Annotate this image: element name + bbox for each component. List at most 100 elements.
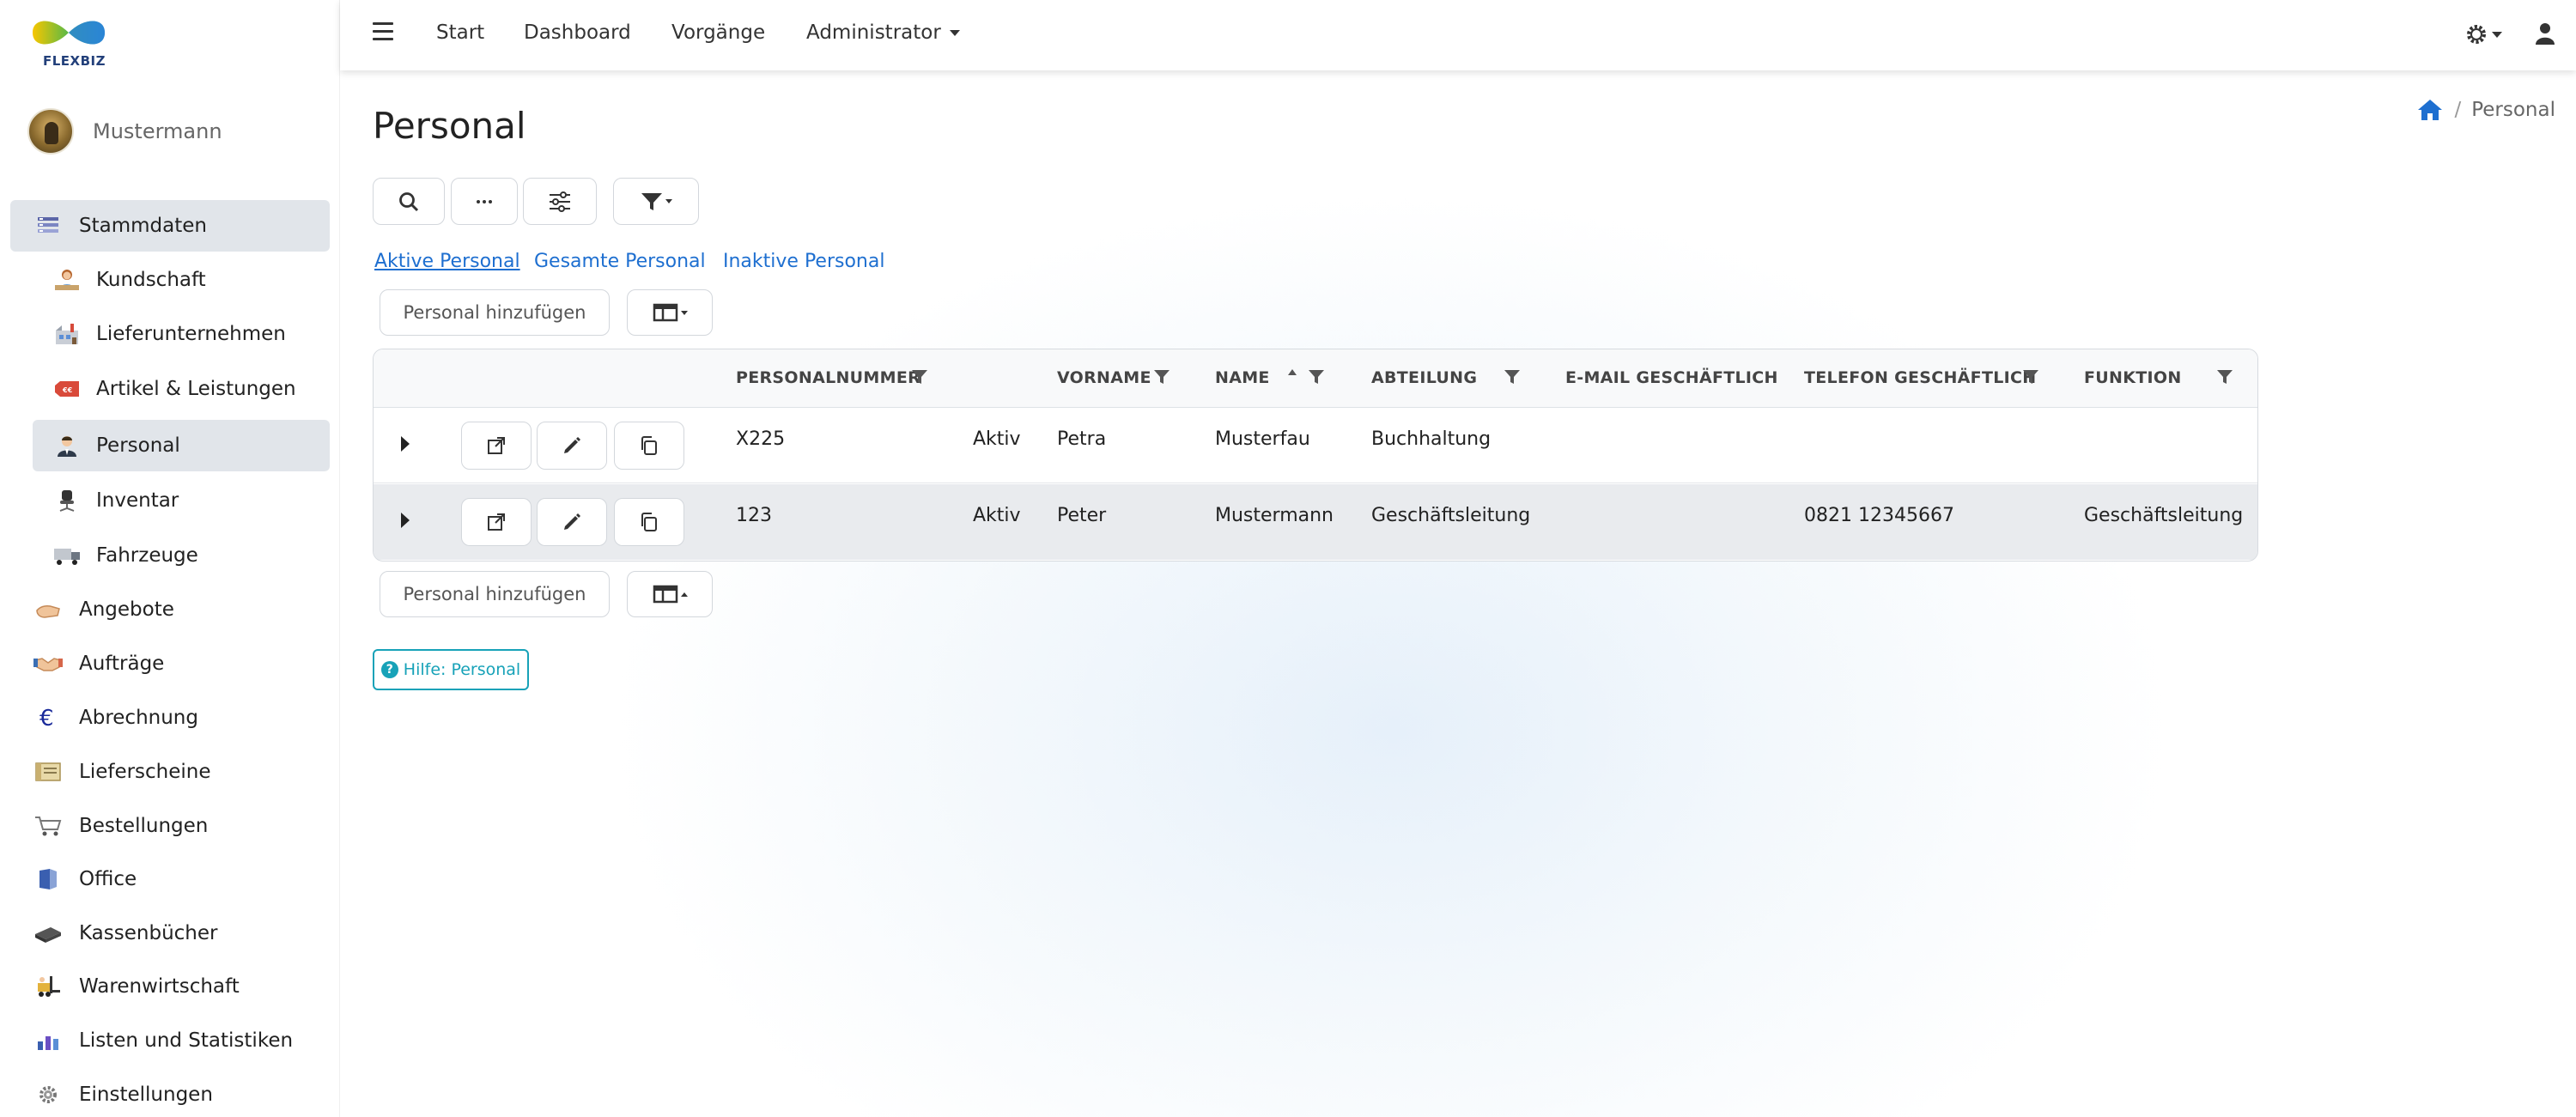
edit-button[interactable] — [537, 498, 607, 546]
cell-telefon: 0821 12345667 — [1804, 505, 1954, 526]
sidebar-item-abrechnung[interactable]: € Abrechnung — [10, 692, 330, 744]
user-name[interactable]: Mustermann — [93, 119, 222, 143]
page-title: Personal — [373, 105, 526, 147]
expand-row-icon[interactable] — [401, 436, 410, 452]
search-icon — [399, 191, 419, 211]
theme-settings-dropdown[interactable] — [2464, 22, 2502, 46]
cell-vorname: Petra — [1057, 428, 1107, 450]
sidebar-item-label: Lieferunternehmen — [96, 323, 286, 345]
column-header-vorname[interactable]: VORNAME — [1057, 368, 1151, 387]
logo-text: FLEXBIZ — [43, 53, 106, 69]
sidebar-item-label: Inventar — [96, 489, 179, 512]
sort-ascending-icon[interactable] — [1287, 368, 1297, 377]
expand-row-icon[interactable] — [401, 513, 410, 528]
sidebar-item-bestellungen[interactable]: Bestellungen — [10, 800, 330, 852]
personal-table: PERSONALNUMMER VORNAME NAME ABTEILUNG E-… — [373, 349, 2258, 562]
sidebar-item-label: Aufträge — [79, 653, 165, 675]
filter-link-aktive[interactable]: Aktive Personal — [374, 251, 520, 272]
sidebar-item-kassenbuecher[interactable]: Kassenbücher — [10, 908, 330, 959]
question-circle-icon: ? — [380, 661, 398, 678]
svg-text:€: € — [39, 706, 54, 730]
sidebar-item-stammdaten[interactable]: Stammdaten — [10, 200, 330, 252]
customer-icon — [52, 267, 82, 293]
column-header-telefon[interactable]: TELEFON GESCHÄFTLICH — [1804, 368, 2036, 387]
cell-abteilung: Geschäftsleitung — [1371, 505, 1531, 526]
hamburger-menu-icon[interactable] — [373, 22, 393, 40]
ellipsis-icon — [477, 199, 492, 203]
settings-sliders-button[interactable] — [523, 178, 597, 225]
column-toggle-button-top[interactable] — [627, 289, 713, 336]
external-link-icon — [488, 437, 505, 454]
sidebar-item-label: Lieferscheine — [79, 761, 211, 783]
sidebar-item-lieferunternehmen[interactable]: Lieferunternehmen — [33, 308, 330, 360]
column-header-funktion[interactable]: FUNKTION — [2084, 368, 2182, 387]
sidebar-item-personal[interactable]: Personal — [33, 420, 330, 471]
nav-vorgaenge[interactable]: Vorgänge — [671, 21, 765, 44]
table-row[interactable]: X225 Aktiv Petra Musterfau Buchhaltung — [374, 408, 2257, 483]
column-header-personalnummer[interactable]: PERSONALNUMMER — [736, 368, 920, 387]
filter-icon[interactable] — [2216, 368, 2233, 385]
filter-link-gesamte[interactable]: Gesamte Personal — [534, 251, 706, 272]
cell-name: Mustermann — [1215, 505, 1334, 526]
pencil-icon — [564, 513, 580, 530]
filter-icon[interactable] — [1504, 368, 1521, 385]
filter-icon[interactable] — [1153, 368, 1170, 385]
cashbook-icon — [33, 920, 64, 946]
nav-dashboard[interactable]: Dashboard — [524, 21, 631, 44]
chevron-down-icon — [949, 30, 960, 36]
sidebar-item-listen[interactable]: Listen und Statistiken — [10, 1015, 330, 1066]
copy-button[interactable] — [614, 422, 684, 470]
column-header-name[interactable]: NAME — [1215, 368, 1270, 387]
column-toggle-button-bottom[interactable] — [627, 571, 713, 617]
cell-vorname: Peter — [1057, 505, 1107, 526]
add-personal-button-bottom[interactable]: Personal hinzufügen — [380, 571, 610, 617]
table-row[interactable]: 123 Aktiv Peter Mustermann Geschäftsleit… — [374, 484, 2257, 560]
pencil-icon — [564, 437, 580, 453]
sidebar-item-office[interactable]: Office — [10, 853, 330, 905]
sidebar-item-lieferscheine[interactable]: Lieferscheine — [10, 746, 330, 798]
filter-link-inaktive[interactable]: Inaktive Personal — [723, 251, 884, 272]
search-button[interactable] — [373, 178, 445, 225]
copy-icon — [641, 436, 657, 455]
sidebar-item-angebote[interactable]: Angebote — [10, 584, 330, 635]
user-profile[interactable]: Mustermann — [27, 108, 222, 155]
help-button[interactable]: ? Hilfe: Personal — [373, 649, 529, 690]
external-link-icon — [488, 513, 505, 531]
copy-button[interactable] — [614, 498, 684, 546]
open-button[interactable] — [461, 422, 532, 470]
table-header: PERSONALNUMMER VORNAME NAME ABTEILUNG E-… — [374, 349, 2257, 408]
home-icon[interactable] — [2416, 98, 2444, 122]
nav-start[interactable]: Start — [436, 21, 484, 44]
euro-icon: € — [33, 705, 64, 731]
sidebar-item-fahrzeuge[interactable]: Fahrzeuge — [33, 530, 330, 581]
filter-icon[interactable] — [1308, 368, 1325, 385]
breadcrumb: / Personal — [2416, 98, 2555, 122]
user-icon[interactable] — [2535, 22, 2555, 45]
sidebar-item-einstellungen[interactable]: Einstellungen — [10, 1069, 330, 1117]
office-chair-icon — [52, 488, 82, 513]
cart-icon — [33, 813, 64, 839]
sidebar-item-label: Warenwirtschaft — [79, 975, 240, 998]
column-header-abteilung[interactable]: ABTEILUNG — [1371, 368, 1477, 387]
filter-icon[interactable] — [911, 368, 928, 385]
office-icon — [33, 866, 64, 892]
copy-icon — [641, 513, 657, 531]
avatar[interactable] — [27, 108, 74, 155]
chevron-up-icon — [680, 592, 688, 597]
filter-icon — [641, 192, 662, 210]
more-options-button[interactable] — [451, 178, 518, 225]
edit-button[interactable] — [537, 422, 607, 470]
filter-icon[interactable] — [2022, 368, 2039, 385]
open-button[interactable] — [461, 498, 532, 546]
filter-dropdown-button[interactable] — [613, 178, 699, 225]
nav-administrator[interactable]: Administrator — [806, 21, 960, 44]
sidebar-item-inventar[interactable]: Inventar — [33, 475, 330, 526]
column-header-email[interactable]: E-MAIL GESCHÄFTLICH — [1565, 368, 1778, 387]
sidebar-item-auftraege[interactable]: Aufträge — [10, 638, 330, 689]
factory-icon — [52, 321, 82, 347]
cell-personalnummer: 123 — [736, 505, 772, 526]
sidebar-item-artikel[interactable]: €€ Artikel & Leistungen — [33, 363, 330, 415]
add-personal-button-top[interactable]: Personal hinzufügen — [380, 289, 610, 336]
sidebar-item-warenwirtschaft[interactable]: Warenwirtschaft — [10, 961, 330, 1012]
sidebar-item-kundschaft[interactable]: Kundschaft — [33, 254, 330, 306]
